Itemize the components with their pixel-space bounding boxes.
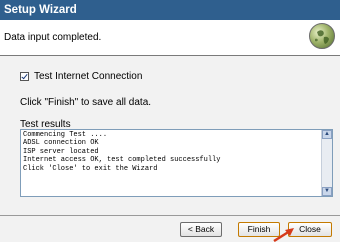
wizard-content: Test Internet Connection Click "Finish" … bbox=[0, 56, 340, 215]
log-line: ISP server located bbox=[23, 147, 99, 156]
wizard-header: Data input completed. bbox=[0, 20, 340, 56]
test-connection-label[interactable]: Test Internet Connection bbox=[34, 71, 142, 82]
test-connection-option[interactable]: Test Internet Connection bbox=[20, 70, 142, 82]
test-connection-checkbox[interactable] bbox=[20, 71, 29, 81]
test-results-textarea[interactable]: Commencing Test .... ADSL connection OK … bbox=[20, 129, 333, 197]
log-line: ADSL connection OK bbox=[23, 139, 99, 148]
finish-instruction: Click "Finish" to save all data. bbox=[20, 97, 152, 108]
pointer-arrow-icon bbox=[273, 228, 294, 242]
log-line: Click 'Close' to exit the Wizard bbox=[23, 164, 158, 173]
window-title: Setup Wizard bbox=[0, 0, 340, 20]
back-button[interactable]: < Back bbox=[180, 222, 222, 237]
test-results-log: Commencing Test .... ADSL connection OK … bbox=[23, 131, 319, 173]
log-line: Internet access OK, test completed succe… bbox=[23, 156, 221, 165]
status-message: Data input completed. bbox=[4, 32, 102, 43]
scroll-down-arrow-icon[interactable]: ▼ bbox=[322, 187, 332, 196]
scroll-up-arrow-icon[interactable]: ▲ bbox=[322, 130, 332, 139]
results-scrollbar[interactable]: ▲ ▼ bbox=[321, 130, 332, 196]
log-line: Commencing Test .... bbox=[23, 131, 108, 139]
globe-icon bbox=[309, 23, 335, 49]
